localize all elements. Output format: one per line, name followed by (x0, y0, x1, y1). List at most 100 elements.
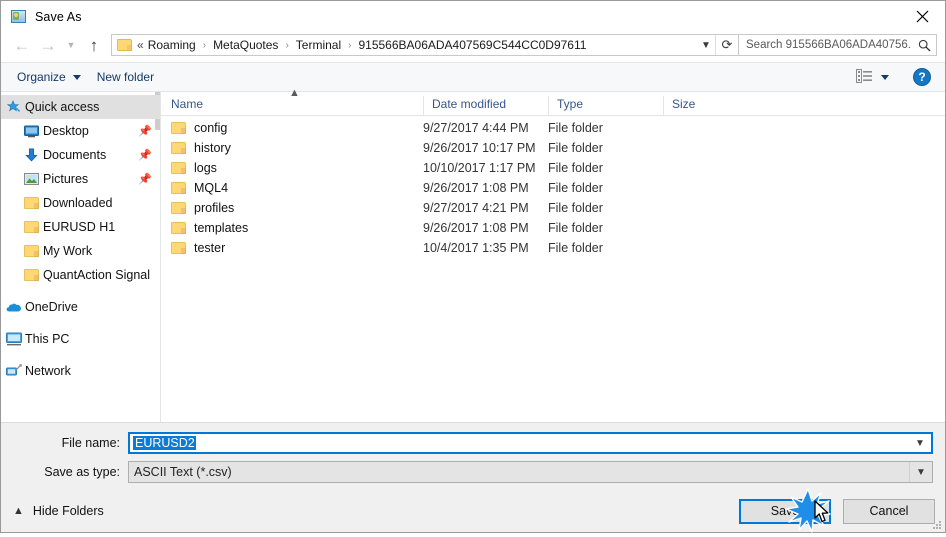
column-header-name[interactable]: ▲ Name (161, 88, 423, 115)
file-date-cell: 9/27/2017 4:21 PM (423, 201, 529, 215)
breadcrumb-item-roaming[interactable]: Roaming (147, 38, 197, 52)
chevron-down-icon[interactable]: ▼ (909, 462, 932, 482)
column-header-label: Type (557, 97, 584, 111)
sidebar-item-label: This PC (25, 332, 70, 346)
sidebar-item-label: Network (25, 364, 71, 378)
chevron-down-icon[interactable]: ▼ (909, 438, 931, 449)
save-as-type-label: Save as type: (44, 465, 120, 479)
column-header-date-modified[interactable]: Date modified (423, 96, 548, 115)
resize-grip-icon[interactable] (931, 519, 941, 529)
hide-folders-button[interactable]: ▲ Hide Folders (13, 504, 104, 518)
folder-icon (23, 195, 40, 211)
organize-button[interactable]: Organize (9, 66, 89, 88)
pin-icon[interactable]: 📌 (138, 173, 152, 186)
sidebar-item-network[interactable]: Network (1, 359, 160, 383)
sidebar-item-quick-access[interactable]: Quick access (1, 95, 160, 119)
column-header-type[interactable]: Type (548, 96, 663, 115)
address-bar[interactable]: « Roaming › MetaQuotes › Terminal › 9155… (111, 34, 739, 56)
sidebar-item-desktop[interactable]: Desktop 📌 (1, 119, 160, 143)
sidebar-item-downloaded[interactable]: Downloaded (1, 191, 160, 215)
table-row[interactable]: logs 10/10/2017 1:17 PM File folder (161, 158, 945, 178)
save-as-type-select[interactable]: ASCII Text (*.csv) ▼ (128, 461, 933, 483)
sidebar-item-label: Documents (43, 148, 107, 162)
cancel-button[interactable]: Cancel (843, 498, 935, 524)
file-name-label: File name: (61, 436, 120, 450)
search-input[interactable]: Search 915566BA06ADA40756... (739, 39, 912, 51)
file-name-cell: history (161, 141, 423, 155)
caret-down-icon (881, 74, 889, 80)
sidebar-item-my-work[interactable]: My Work (1, 239, 160, 263)
sidebar-item-this-pc[interactable]: This PC (1, 327, 160, 351)
table-row[interactable]: history 9/26/2017 10:17 PM File folder (161, 138, 945, 158)
file-date-cell: 9/26/2017 1:08 PM (423, 221, 529, 235)
documents-arrow-icon (23, 147, 40, 163)
table-row[interactable]: tester 10/4/2017 1:35 PM File folder (161, 238, 945, 258)
breadcrumb-item-terminal[interactable]: Terminal (295, 38, 342, 52)
pin-icon[interactable]: 📌 (138, 149, 152, 162)
onedrive-cloud-icon (5, 299, 22, 315)
file-type-cell: File folder (548, 241, 603, 255)
folder-icon (171, 182, 186, 194)
sidebar-item-label: QuantAction Signal (43, 268, 151, 282)
folder-icon (171, 202, 186, 214)
save-as-type-value: ASCII Text (*.csv) (134, 465, 232, 479)
file-name-cell: logs (161, 161, 423, 175)
sidebar-item-documents[interactable]: Documents 📌 (1, 143, 160, 167)
save-button[interactable]: Save (739, 498, 831, 524)
details-view-icon (856, 68, 873, 86)
desktop-icon (23, 123, 40, 139)
table-row[interactable]: profiles 9/27/2017 4:21 PM File folder (161, 198, 945, 218)
file-list-pane: ▲ Name Date modified Type Size config 9/… (161, 88, 945, 422)
refresh-icon[interactable]: ⟳ (715, 35, 738, 55)
search-box[interactable]: Search 915566BA06ADA40756... (739, 34, 937, 56)
folder-icon (23, 219, 40, 235)
close-icon[interactable] (899, 1, 945, 31)
sidebar-item-pictures[interactable]: Pictures 📌 (1, 167, 160, 191)
file-name-cell: tester (161, 241, 423, 255)
file-name-cell: config (161, 121, 423, 135)
breadcrumb-item-terminal-id[interactable]: 915566BA06ADA407569C544CC0D97611 (357, 38, 587, 52)
file-name-value-wrap: EURUSD2 (130, 436, 909, 450)
sidebar-item-label: Desktop (43, 124, 89, 138)
sidebar-item-label: My Work (43, 244, 93, 258)
sidebar-item-eurusd-h1[interactable]: EURUSD H1 (1, 215, 160, 239)
chevron-down-icon: ▼ (66, 40, 76, 50)
breadcrumb-separator-icon: › (285, 39, 289, 51)
file-name-cell: profiles (161, 201, 423, 215)
folder-icon (23, 267, 40, 283)
arrow-right-icon: → (39, 35, 57, 55)
star-pin-icon (5, 99, 22, 115)
file-name-label: profiles (194, 201, 235, 215)
breadcrumb-item-metaquotes[interactable]: MetaQuotes (212, 38, 279, 52)
sidebar-item-label: OneDrive (25, 300, 78, 314)
this-pc-icon (5, 331, 22, 347)
window-title: Save As (35, 9, 82, 24)
sidebar-item-label: Quick access (25, 100, 100, 114)
search-icon (912, 39, 936, 52)
column-header-label: Name (171, 97, 204, 111)
table-row[interactable]: config 9/27/2017 4:44 PM File folder (161, 118, 945, 138)
column-header-size[interactable]: Size (663, 96, 743, 115)
address-dropdown-icon[interactable]: ▼ (697, 40, 715, 51)
new-folder-button[interactable]: New folder (89, 66, 162, 88)
sidebar-item-label: Pictures (43, 172, 89, 186)
change-view-button[interactable] (850, 66, 895, 89)
sidebar-item-quantaction-signal[interactable]: QuantAction Signal (1, 263, 160, 287)
folder-icon (171, 242, 186, 254)
table-row[interactable]: templates 9/26/2017 1:08 PM File folder (161, 218, 945, 238)
file-name-input[interactable]: EURUSD2 ▼ (128, 432, 933, 454)
navigation-pane: Quick access Desktop 📌 Documents 📌 Pictu… (1, 92, 161, 422)
save-button-label: Save (770, 504, 800, 518)
up-button[interactable]: ↑ (81, 33, 107, 57)
forward-button[interactable]: → (35, 33, 61, 57)
table-row[interactable]: MQL4 9/26/2017 1:08 PM File folder (161, 178, 945, 198)
file-name-cell: MQL4 (161, 181, 423, 195)
file-name-row: File name: EURUSD2 ▼ (1, 432, 945, 454)
network-icon (5, 363, 22, 379)
help-icon[interactable]: ? (913, 68, 931, 86)
pin-icon[interactable]: 📌 (138, 125, 152, 138)
back-button[interactable]: ← (9, 33, 35, 57)
file-name-label: config (194, 121, 228, 135)
sidebar-item-onedrive[interactable]: OneDrive (1, 295, 160, 319)
recent-locations-button[interactable]: ▼ (61, 33, 81, 57)
